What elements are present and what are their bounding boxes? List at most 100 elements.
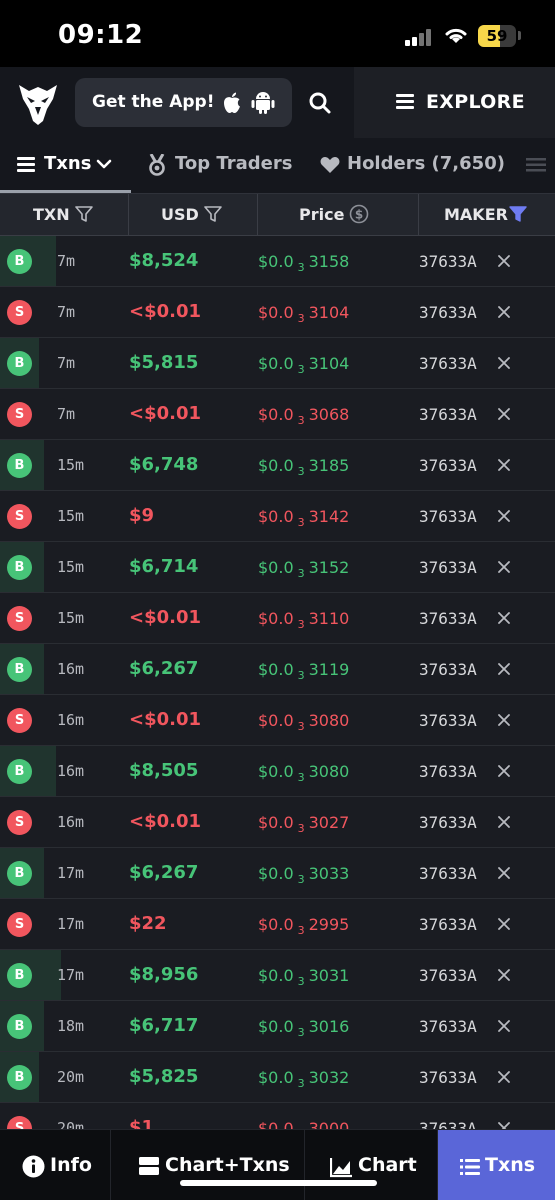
price-prefix: $0.0	[258, 1119, 294, 1129]
table-row[interactable]: B 7m $8,524 $0.0 3 3158 37633A	[0, 236, 555, 287]
txn-maker[interactable]: 37633A	[419, 456, 477, 475]
txn-maker[interactable]: 37633A	[419, 1068, 477, 1087]
dollar-toggle-icon[interactable]: $	[349, 204, 369, 224]
table-header: TXN USD Price $ MAKER	[0, 193, 555, 236]
close-icon[interactable]	[497, 968, 511, 982]
svg-text:$: $	[355, 208, 363, 222]
table-row[interactable]: S 17m $22 $0.0 3 2995 37633A	[0, 899, 555, 950]
txn-maker[interactable]: 37633A	[419, 711, 477, 730]
txn-price: $0.0 3 3027	[258, 813, 349, 835]
bottom-nav-info[interactable]: Info	[0, 1130, 111, 1200]
table-row[interactable]: S 15m $9 $0.0 3 3142 37633A	[0, 491, 555, 542]
close-icon[interactable]	[497, 611, 511, 625]
price-prefix: $0.0	[258, 252, 294, 271]
table-row[interactable]: B 15m $6,748 $0.0 3 3185 37633A	[0, 440, 555, 491]
close-icon[interactable]	[497, 305, 511, 319]
column-maker[interactable]: MAKER	[419, 194, 555, 236]
table-row[interactable]: B 17m $6,267 $0.0 3 3033 37633A	[0, 848, 555, 899]
txn-maker[interactable]: 37633A	[419, 660, 477, 679]
get-app-button[interactable]: Get the App!	[75, 78, 292, 127]
tab-txns[interactable]: Txns	[0, 138, 131, 193]
txn-maker[interactable]: 37633A	[419, 354, 477, 373]
tab-txns-label: Txns	[44, 153, 92, 174]
tab-top-traders[interactable]: Top Traders	[140, 138, 300, 193]
close-icon[interactable]	[497, 866, 511, 880]
txn-usd: $8,524	[129, 250, 199, 271]
table-row[interactable]: B 20m $5,825 $0.0 3 3032 37633A	[0, 1052, 555, 1103]
close-icon[interactable]	[497, 1070, 511, 1084]
txn-maker[interactable]: 37633A	[419, 966, 477, 985]
tab-more[interactable]	[522, 138, 555, 193]
txn-table-body: B 7m $8,524 $0.0 3 3158 37633A S 7m <$0.01 $0.0 3 31…	[0, 236, 555, 1129]
txn-usd: $5,825	[129, 1066, 199, 1087]
table-row[interactable]: B 16m $6,267 $0.0 3 3119 37633A	[0, 644, 555, 695]
price-prefix: $0.0	[258, 1068, 294, 1087]
txn-maker[interactable]: 37633A	[419, 303, 477, 322]
table-row[interactable]: S 15m <$0.01 $0.0 3 3110 37633A	[0, 593, 555, 644]
eagle-logo-icon[interactable]	[17, 81, 59, 125]
table-row[interactable]: S 16m <$0.01 $0.0 3 3080 37633A	[0, 695, 555, 746]
table-row[interactable]: S 16m <$0.01 $0.0 3 3027 37633A	[0, 797, 555, 848]
close-icon[interactable]	[497, 509, 511, 523]
txn-maker[interactable]: 37633A	[419, 252, 477, 271]
close-icon[interactable]	[497, 560, 511, 574]
price-zero-count: 3	[297, 669, 305, 682]
txn-usd: $6,714	[129, 556, 199, 577]
price-digits: 3119	[308, 660, 350, 679]
txn-maker[interactable]: 37633A	[419, 762, 477, 781]
close-icon[interactable]	[497, 1121, 511, 1129]
txn-maker[interactable]: 37633A	[419, 915, 477, 934]
txn-type-badge: B	[7, 1014, 32, 1039]
txn-maker[interactable]: 37633A	[419, 507, 477, 526]
bottom-nav-txns[interactable]: Txns	[438, 1130, 555, 1200]
txn-maker[interactable]: 37633A	[419, 1119, 477, 1129]
search-icon[interactable]	[300, 81, 340, 125]
close-icon[interactable]	[497, 917, 511, 931]
close-icon[interactable]	[497, 458, 511, 472]
tab-holders[interactable]: Holders (7,650)	[312, 138, 512, 193]
txn-maker[interactable]: 37633A	[419, 558, 477, 577]
filter-active-icon[interactable]	[509, 205, 527, 223]
price-zero-count: 3	[297, 873, 305, 886]
explore-button[interactable]: EXPLORE	[354, 67, 555, 138]
price-digits: 3185	[308, 456, 350, 475]
table-row[interactable]: S 7m <$0.01 $0.0 3 3104 37633A	[0, 287, 555, 338]
filter-icon[interactable]	[204, 205, 222, 223]
table-row[interactable]: S 7m <$0.01 $0.0 3 3068 37633A	[0, 389, 555, 440]
bottom-nav-chart-label: Chart	[358, 1154, 417, 1176]
close-icon[interactable]	[497, 662, 511, 676]
txn-maker[interactable]: 37633A	[419, 864, 477, 883]
close-icon[interactable]	[497, 407, 511, 421]
bottom-nav-chart-txns[interactable]: Chart+Txns	[111, 1130, 305, 1200]
txn-maker[interactable]: 37633A	[419, 405, 477, 424]
table-row[interactable]: B 15m $6,714 $0.0 3 3152 37633A	[0, 542, 555, 593]
close-icon[interactable]	[497, 1019, 511, 1033]
bottom-nav-chart-txns-label: Chart+Txns	[165, 1154, 290, 1176]
txn-maker[interactable]: 37633A	[419, 1017, 477, 1036]
price-zero-count: 3	[297, 261, 305, 274]
table-row[interactable]: B 16m $8,505 $0.0 3 3080 37633A	[0, 746, 555, 797]
column-usd[interactable]: USD	[129, 194, 258, 236]
txn-type-badge: S	[7, 810, 32, 835]
bottom-nav-chart[interactable]: Chart	[305, 1130, 438, 1200]
close-icon[interactable]	[497, 254, 511, 268]
txn-maker[interactable]: 37633A	[419, 609, 477, 628]
txn-type-badge: S	[7, 402, 32, 427]
list-icon	[17, 157, 35, 172]
table-row[interactable]: B 17m $8,956 $0.0 3 3031 37633A	[0, 950, 555, 1001]
txn-usd: $6,717	[129, 1015, 199, 1036]
price-prefix: $0.0	[258, 711, 294, 730]
battery-percent: 59	[486, 27, 508, 45]
table-row[interactable]: B 7m $5,815 $0.0 3 3104 37633A	[0, 338, 555, 389]
filter-icon[interactable]	[75, 205, 93, 223]
tab-bar: Txns Top Traders Holders (7,650)	[0, 138, 555, 193]
column-txn[interactable]: TXN	[0, 194, 129, 236]
txn-maker[interactable]: 37633A	[419, 813, 477, 832]
close-icon[interactable]	[497, 713, 511, 727]
close-icon[interactable]	[497, 815, 511, 829]
table-row[interactable]: B 18m $6,717 $0.0 3 3016 37633A	[0, 1001, 555, 1052]
close-icon[interactable]	[497, 764, 511, 778]
close-icon[interactable]	[497, 356, 511, 370]
table-row[interactable]: S 20m $1 $0.033000 37633A	[0, 1103, 555, 1129]
column-price[interactable]: Price $	[258, 194, 419, 236]
